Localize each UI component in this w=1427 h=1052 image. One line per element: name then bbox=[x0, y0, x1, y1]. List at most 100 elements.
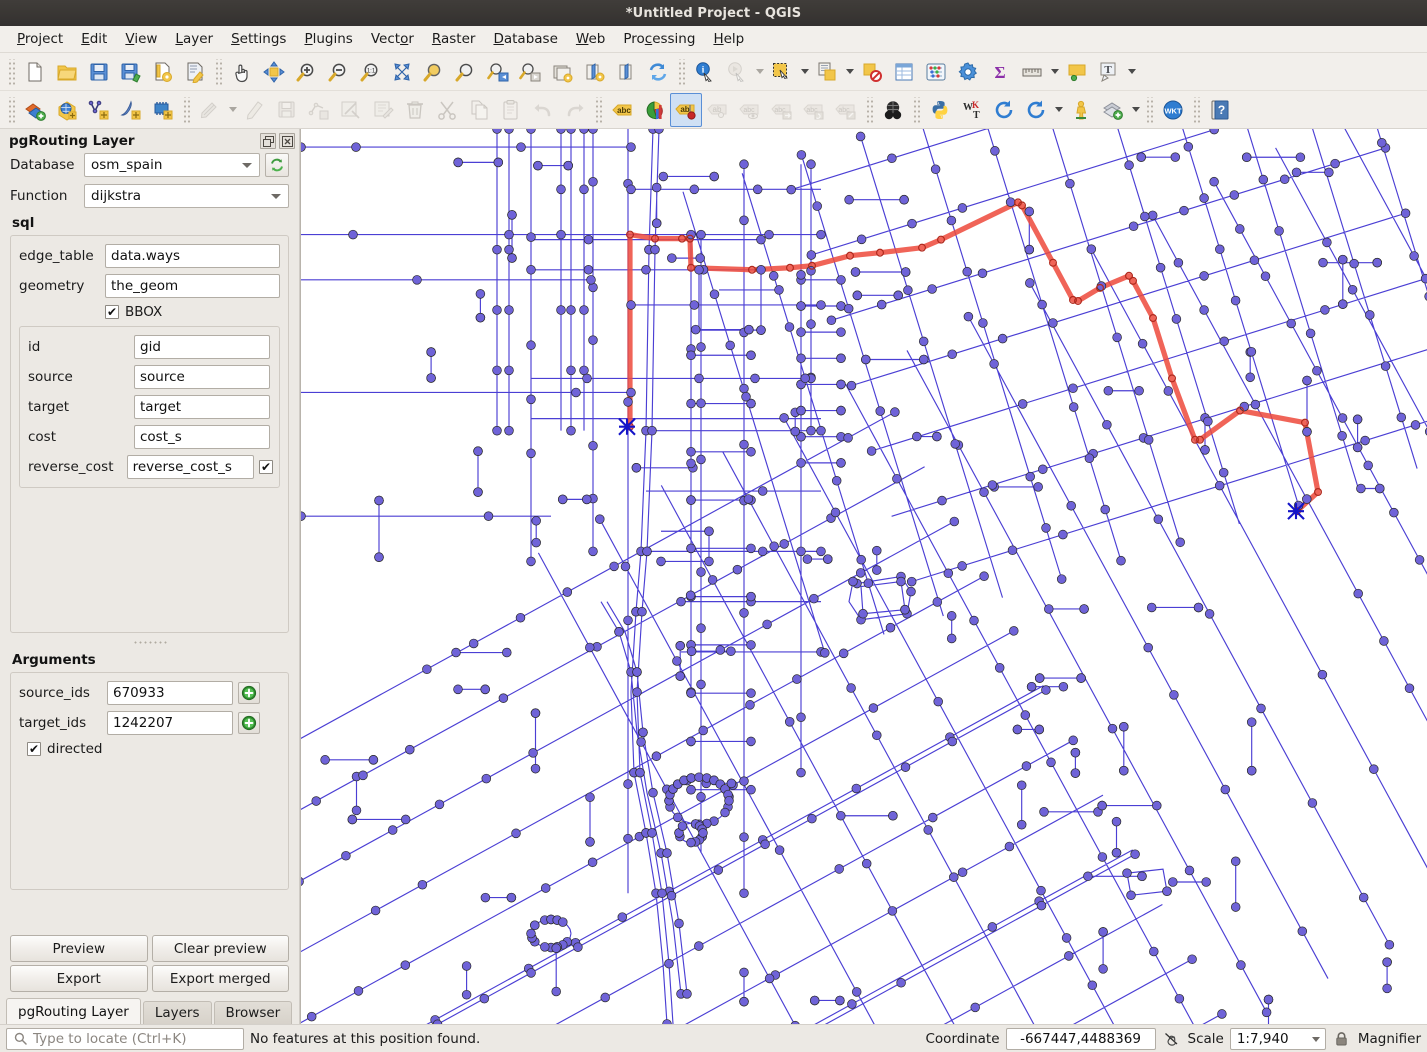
close-icon[interactable] bbox=[279, 133, 295, 149]
dock-tab-pgrouting-layer[interactable]: pgRouting Layer bbox=[6, 998, 141, 1024]
new-3d-map-view-icon[interactable] bbox=[578, 55, 610, 89]
pan-to-selection-icon[interactable] bbox=[258, 55, 290, 89]
styling-diagram-icon[interactable] bbox=[638, 93, 670, 127]
osm-download-icon[interactable] bbox=[877, 93, 909, 127]
help-icon[interactable]: ? bbox=[1204, 93, 1236, 127]
processing-toolbox-icon[interactable] bbox=[952, 55, 984, 89]
menu-database[interactable]: Database bbox=[484, 28, 566, 50]
toolbar-grip[interactable] bbox=[594, 96, 603, 123]
open-attribute-table-icon[interactable] bbox=[888, 55, 920, 89]
dock-tab-browser[interactable]: Browser bbox=[213, 1001, 293, 1024]
map-canvas[interactable] bbox=[300, 129, 1427, 1024]
toolbar-grip[interactable] bbox=[677, 58, 686, 85]
reverse-cost-input[interactable]: reverse_cost_s bbox=[126, 455, 254, 479]
menu-vector[interactable]: Vector bbox=[362, 28, 423, 50]
wkt-badge-icon[interactable]: WKT bbox=[1157, 93, 1189, 127]
export-merged-button[interactable]: Export merged bbox=[151, 965, 289, 992]
add-layer-plugin-icon[interactable] bbox=[1097, 93, 1129, 127]
toolbar-grip[interactable] bbox=[182, 96, 191, 123]
add-spatialite-layer-icon[interactable] bbox=[115, 93, 147, 127]
python-console-icon[interactable] bbox=[924, 93, 956, 127]
new-map-view-icon[interactable] bbox=[546, 55, 578, 89]
select-by-value-icon[interactable] bbox=[811, 55, 843, 89]
toolbar-grip[interactable] bbox=[1192, 96, 1201, 123]
open-project-icon[interactable] bbox=[51, 55, 83, 89]
coordinate-field[interactable]: -667447,4488369 bbox=[1005, 1027, 1156, 1050]
toolbar-grip[interactable] bbox=[865, 96, 874, 123]
export-button[interactable]: Export bbox=[10, 965, 148, 992]
target-ids-input[interactable]: 1242207 bbox=[107, 711, 233, 735]
zoom-full-icon[interactable] bbox=[386, 55, 418, 89]
menu-project[interactable]: Project bbox=[8, 28, 72, 50]
panel-splitter[interactable] bbox=[10, 637, 289, 646]
refresh-map-icon[interactable] bbox=[642, 55, 674, 89]
menu-plugins[interactable]: Plugins bbox=[295, 28, 361, 50]
measure-line-dropdown[interactable] bbox=[1048, 55, 1061, 89]
menu-layer[interactable]: Layer bbox=[166, 28, 222, 50]
target-input[interactable]: target bbox=[134, 395, 270, 419]
georeferencer-icon[interactable] bbox=[1065, 93, 1097, 127]
source-ids-input[interactable]: 670933 bbox=[107, 681, 233, 705]
bbox-checkbox[interactable]: ✔ bbox=[105, 305, 119, 319]
function-combo[interactable]: dijkstra bbox=[84, 184, 289, 208]
toolbar-grip[interactable] bbox=[912, 96, 921, 123]
preview-button[interactable]: Preview bbox=[10, 935, 148, 962]
lock-icon[interactable] bbox=[1332, 1029, 1352, 1049]
geometry-input[interactable]: the_geom bbox=[105, 274, 280, 298]
new-project-icon[interactable] bbox=[19, 55, 51, 89]
id-input[interactable]: gid bbox=[134, 335, 270, 359]
zoom-last-icon[interactable] bbox=[482, 55, 514, 89]
select-features-dropdown[interactable] bbox=[798, 55, 811, 89]
database-combo[interactable]: osm_spain bbox=[84, 153, 260, 177]
zoom-to-selection-icon[interactable] bbox=[418, 55, 450, 89]
add-delimited-text-layer-icon[interactable] bbox=[83, 93, 115, 127]
cost-input[interactable]: cost_s bbox=[134, 425, 270, 449]
menu-edit[interactable]: Edit bbox=[72, 28, 116, 50]
toolbar-grip[interactable] bbox=[7, 58, 16, 85]
statistical-summary-icon[interactable]: Σ bbox=[984, 55, 1016, 89]
toolbar-grip[interactable] bbox=[7, 96, 16, 123]
source-input[interactable]: source bbox=[134, 365, 270, 389]
plugin-reload-icon[interactable] bbox=[988, 93, 1020, 127]
identify-features-icon[interactable]: i bbox=[689, 55, 721, 89]
zoom-out-icon[interactable] bbox=[322, 55, 354, 89]
toggle-extents-icon[interactable] bbox=[1162, 1029, 1182, 1049]
menu-help[interactable]: Help bbox=[704, 28, 753, 50]
menu-processing[interactable]: Processing bbox=[614, 28, 704, 50]
zoom-to-layer-icon[interactable] bbox=[450, 55, 482, 89]
reverse-cost-checkbox[interactable]: ✔ bbox=[259, 460, 273, 474]
float-icon[interactable] bbox=[260, 133, 276, 149]
dock-tab-layers[interactable]: Layers bbox=[142, 1001, 212, 1024]
field-calculator-icon[interactable] bbox=[920, 55, 952, 89]
scale-combo[interactable]: 1:7,940 bbox=[1229, 1027, 1326, 1050]
locate-input[interactable]: Type to locate (Ctrl+K) bbox=[6, 1027, 244, 1050]
add-layer-plugin-dropdown[interactable] bbox=[1129, 93, 1142, 127]
style-manager-icon[interactable] bbox=[179, 55, 211, 89]
save-project-icon[interactable] bbox=[83, 55, 115, 89]
wkt-text-icon[interactable]: WKT bbox=[956, 93, 988, 127]
measure-line-icon[interactable] bbox=[1016, 55, 1048, 89]
zoom-in-icon[interactable] bbox=[290, 55, 322, 89]
map-tips-icon[interactable] bbox=[1061, 55, 1093, 89]
save-project-as-icon[interactable] bbox=[115, 55, 147, 89]
deselect-features-icon[interactable] bbox=[856, 55, 888, 89]
new-print-layout-icon[interactable] bbox=[147, 55, 179, 89]
add-target-id-icon[interactable] bbox=[238, 712, 260, 734]
menu-web[interactable]: Web bbox=[567, 28, 614, 50]
label-layer-icon[interactable]: abc bbox=[606, 93, 638, 127]
edge-table-input[interactable]: data.ways bbox=[105, 244, 280, 268]
add-postgis-layer-icon[interactable] bbox=[51, 93, 83, 127]
directed-checkbox[interactable]: ✔ bbox=[27, 742, 41, 756]
zoom-native-icon[interactable]: 1:1 bbox=[354, 55, 386, 89]
pin-labels-icon[interactable]: ab bbox=[670, 92, 702, 127]
select-by-value-dropdown[interactable] bbox=[843, 55, 856, 89]
toolbar-grip[interactable] bbox=[1145, 96, 1154, 123]
clear-preview-button[interactable]: Clear preview bbox=[151, 935, 289, 962]
plugin-reload2-dropdown[interactable] bbox=[1052, 93, 1065, 127]
text-annotation-icon[interactable]: T bbox=[1093, 55, 1125, 89]
add-virtual-layer-icon[interactable] bbox=[147, 93, 179, 127]
select-features-icon[interactable] bbox=[766, 55, 798, 89]
show-map-tips-icon[interactable] bbox=[610, 55, 642, 89]
menu-raster[interactable]: Raster bbox=[423, 28, 485, 50]
menu-settings[interactable]: Settings bbox=[222, 28, 295, 50]
